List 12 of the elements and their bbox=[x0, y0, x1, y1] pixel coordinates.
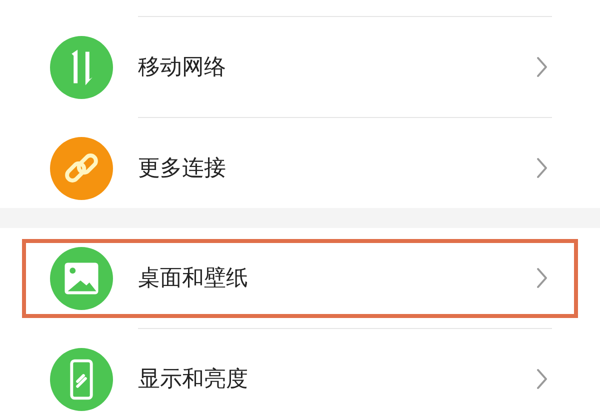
item-label: 显示和亮度 bbox=[138, 366, 249, 394]
chevron-icon bbox=[536, 157, 548, 179]
chevron-icon bbox=[536, 56, 548, 78]
settings-item[interactable]: 显示和亮度 bbox=[0, 329, 600, 419]
chevron-icon bbox=[536, 267, 548, 289]
settings-item[interactable]: 移动网络 bbox=[0, 17, 600, 117]
item-label: 移动网络 bbox=[138, 54, 227, 82]
settings-item[interactable]: 更多连接 bbox=[0, 118, 600, 208]
item-label: 更多连接 bbox=[138, 155, 227, 183]
chevron-icon bbox=[536, 368, 548, 390]
item-label: 桌面和壁纸 bbox=[138, 265, 249, 293]
settings-item[interactable]: 桌面和壁纸 bbox=[0, 228, 600, 328]
